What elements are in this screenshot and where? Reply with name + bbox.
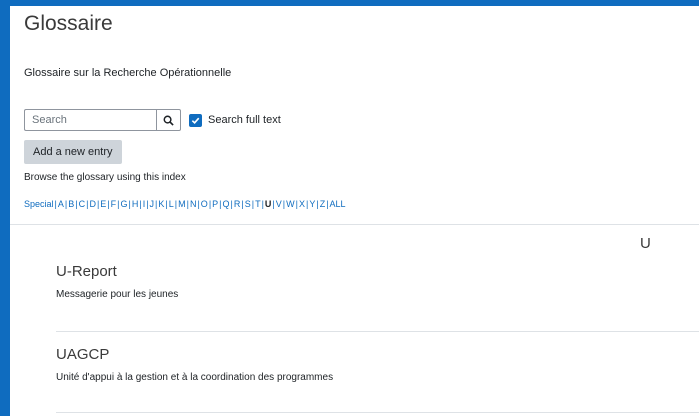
fulltext-checkbox[interactable]	[189, 113, 202, 127]
index-separator: |	[272, 199, 275, 209]
entry-definition: Messagerie pour les jeunes	[56, 289, 179, 300]
index-letter-special[interactable]: Special	[24, 199, 54, 209]
index-separator: |	[219, 199, 222, 209]
index-letter-n[interactable]: N	[190, 199, 197, 209]
index-letter-all[interactable]: ALL	[330, 199, 346, 209]
page-title: Glossaire	[24, 12, 113, 35]
index-separator: |	[96, 199, 100, 209]
index-separator: |	[64, 199, 68, 209]
index-separator: |	[316, 199, 319, 209]
index-letter-a[interactable]: A	[58, 199, 64, 209]
glossary-entry: U-Report Messagerie pour les jeunes	[56, 263, 178, 300]
index-separator: |	[241, 199, 244, 209]
divider	[56, 412, 699, 413]
index-separator: |	[165, 199, 168, 209]
index-separator: |	[139, 199, 142, 209]
index-separator: |	[128, 199, 131, 209]
index-separator: |	[208, 199, 212, 209]
index-letter-o[interactable]: O	[201, 199, 208, 209]
index-separator: |	[197, 199, 200, 209]
fulltext-checkbox-label[interactable]: Search full text	[208, 114, 281, 126]
index-letter-k[interactable]: K	[158, 199, 164, 209]
index-separator: |	[282, 199, 286, 209]
alphabet-index: Special|A|B|C|D|E|F|G|H|I|J|K|L|M|N|O|P|…	[24, 199, 346, 209]
search-input[interactable]	[24, 109, 156, 131]
index-letter-r[interactable]: R	[234, 199, 241, 209]
index-letter-l[interactable]: L	[169, 199, 174, 209]
glossary-description: Glossaire sur la Recherche Opérationnell…	[24, 67, 232, 79]
entry-definition: Unité d'appui à la gestion et à la coord…	[56, 372, 334, 383]
index-separator: |	[186, 199, 189, 209]
index-letter-v[interactable]: V	[276, 199, 282, 209]
entry-concept: U-Report	[56, 263, 117, 280]
index-letter-d[interactable]: D	[89, 199, 96, 209]
index-separator: |	[146, 199, 149, 209]
index-letter-s[interactable]: S	[245, 199, 251, 209]
index-letter-i[interactable]: I	[143, 199, 146, 209]
index-letter-j[interactable]: J	[150, 199, 155, 209]
index-letter-m[interactable]: M	[178, 199, 186, 209]
main-content: Glossaire Glossaire sur la Recherche Opé…	[10, 0, 699, 416]
browse-label: Browse the glossary using this index	[24, 172, 186, 183]
index-letter-y[interactable]: Y	[309, 199, 315, 209]
index-letter-t[interactable]: T	[255, 199, 261, 209]
index-letter-current: U	[264, 199, 272, 209]
index-letter-e[interactable]: E	[100, 199, 106, 209]
search-form: Search full text	[24, 108, 281, 132]
index-separator: |	[295, 199, 298, 209]
index-letter-f[interactable]: F	[111, 199, 117, 209]
index-separator: |	[107, 199, 110, 209]
divider	[10, 224, 699, 225]
glossary-entry: UAGCP Unité d'appui à la gestion et à la…	[56, 346, 333, 383]
index-letter-c[interactable]: C	[79, 199, 86, 209]
index-letter-h[interactable]: H	[132, 199, 139, 209]
index-separator: |	[75, 199, 78, 209]
search-button[interactable]	[156, 109, 181, 131]
index-letter-w[interactable]: W	[286, 199, 295, 209]
index-separator: |	[230, 199, 233, 209]
checkmark-icon	[191, 117, 200, 124]
index-separator: |	[261, 199, 264, 209]
entry-concept: UAGCP	[56, 346, 110, 363]
index-separator: |	[305, 199, 309, 209]
index-letter-p[interactable]: P	[212, 199, 218, 209]
index-letter-b[interactable]: B	[68, 199, 74, 209]
index-letter-g[interactable]: G	[120, 199, 127, 209]
index-separator: |	[174, 199, 178, 209]
index-separator: |	[251, 199, 255, 209]
index-separator: |	[326, 199, 329, 209]
index-letter-q[interactable]: Q	[223, 199, 230, 209]
divider	[56, 331, 699, 332]
search-icon	[163, 115, 174, 126]
add-entry-button[interactable]: Add a new entry	[24, 140, 122, 164]
index-letter-z[interactable]: Z	[320, 199, 326, 209]
section-letter: U	[640, 235, 651, 252]
index-separator: |	[54, 199, 57, 209]
index-letter-x[interactable]: X	[299, 199, 305, 209]
